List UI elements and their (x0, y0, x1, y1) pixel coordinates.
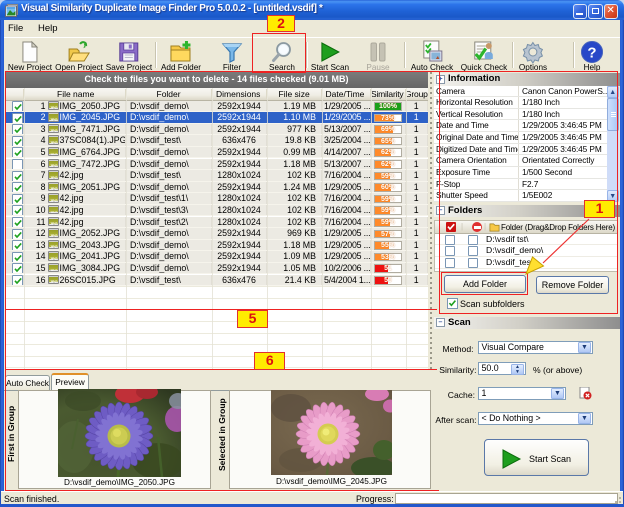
svg-text:?: ? (587, 45, 596, 62)
